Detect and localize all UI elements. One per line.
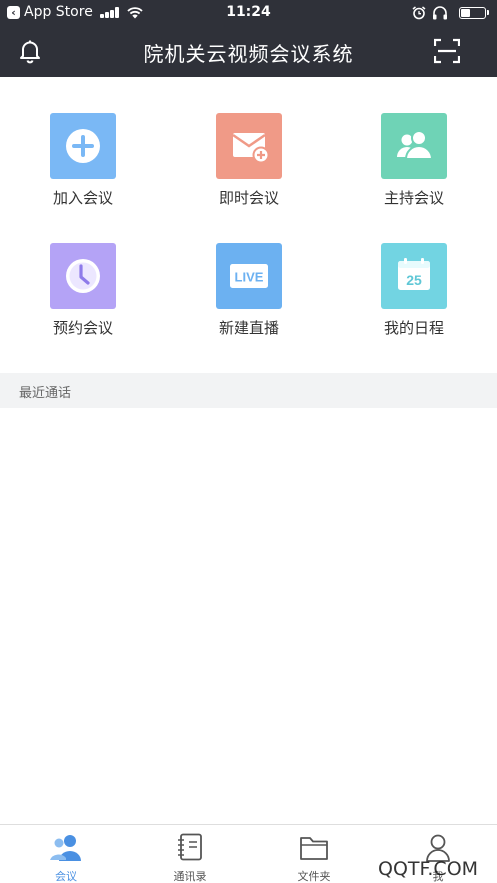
nav-bar: 院机关云视频会议系统 [0,26,497,77]
tab-contacts[interactable]: 通讯录 [128,825,252,883]
instant-meeting-tile [216,113,282,179]
new-live-tile: LIVE [216,243,282,309]
schedule-meeting-tile [50,243,116,309]
folder-icon [300,837,328,860]
instant-meeting-button[interactable]: 即时会议 [189,113,309,223]
action-grid: 加入会议 即时会议 主持会议 预约会议 LIVE 新建直播 25 我的日程 [0,77,497,373]
host-meeting-label: 主持会议 [383,189,444,207]
status-bar: ‹ App Store 11:24 [0,0,497,26]
my-schedule-tile: 25 [381,243,447,309]
recent-calls-header: 最近通话 [0,373,497,408]
my-schedule-button[interactable]: 25 我的日程 [354,243,474,353]
my-schedule-label: 我的日程 [383,319,444,337]
live-icon: LIVE [230,264,268,288]
join-meeting-button[interactable]: 加入会议 [23,113,143,223]
join-meeting-tile [50,113,116,179]
host-meeting-button[interactable]: 主持会议 [354,113,474,223]
new-live-button[interactable]: LIVE 新建直播 [189,243,309,353]
page-title: 院机关云视频会议系统 [143,42,354,66]
alarm-icon [412,6,426,20]
tab-contacts-label: 通讯录 [173,870,207,883]
join-meeting-label: 加入会议 [52,189,113,207]
battery-cap [487,10,489,15]
battery-icon [459,7,486,19]
clock-icon [66,259,100,293]
tab-meeting-label: 会议 [55,870,77,883]
schedule-meeting-label: 预约会议 [52,319,113,337]
schedule-meeting-button[interactable]: 预约会议 [23,243,143,353]
calendar-icon: 25 [398,258,430,290]
watermark: QQTF.COM [378,858,479,880]
svg-text:LIVE: LIVE [235,270,264,285]
recent-calls-title: 最近通话 [19,386,72,401]
users-icon [397,130,434,160]
instant-meeting-label: 即时会议 [218,189,279,207]
tab-meeting[interactable]: 会议 [4,825,128,883]
plus-circle-icon [66,129,100,163]
meeting-icon [50,835,81,861]
tab-folder-label: 文件夹 [297,870,331,883]
headphone-icon [433,6,447,20]
host-meeting-tile [381,113,447,179]
envelope-plus-icon [232,133,270,164]
recent-calls-list [0,408,497,824]
contacts-icon [178,833,202,861]
battery-level [461,9,471,17]
calendar-day: 25 [406,272,422,288]
tab-folder[interactable]: 文件夹 [252,825,376,883]
scan-icon[interactable] [434,38,460,64]
new-live-label: 新建直播 [218,319,279,337]
